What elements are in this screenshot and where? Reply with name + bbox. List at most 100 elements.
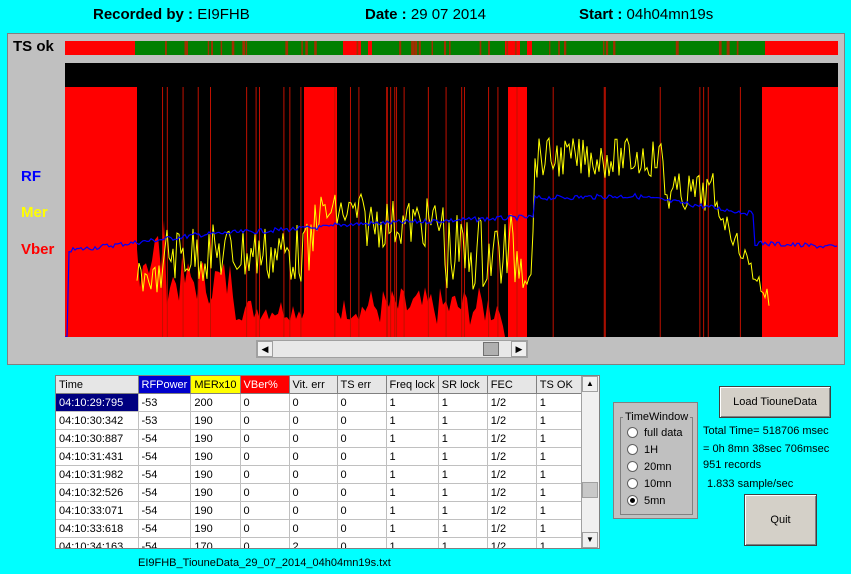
radio-button[interactable] — [627, 426, 638, 438]
table-cell[interactable]: 1/2 — [487, 483, 537, 502]
table-cell[interactable]: 0 — [289, 429, 338, 448]
table-row[interactable]: 04:10:29:795 -53 200 0 0 0 1 1 1/2 1 — [56, 393, 586, 412]
table-cell[interactable]: 04:10:31:982 — [56, 465, 139, 484]
table-cell[interactable]: 1 — [536, 411, 586, 430]
table-cell[interactable]: -53 — [138, 411, 192, 430]
table-cell[interactable]: 1 — [438, 465, 488, 484]
table-cell[interactable]: -54 — [138, 537, 192, 548]
table-cell[interactable]: 0 — [337, 501, 387, 520]
table-cell[interactable]: 1 — [438, 411, 488, 430]
table-cell[interactable]: 190 — [190, 429, 241, 448]
table-row[interactable]: 04:10:34:163 -54 170 0 2 0 1 1 1/2 1 — [56, 537, 586, 548]
table-cell[interactable]: 1 — [536, 537, 586, 548]
table-cell[interactable]: 1 — [386, 447, 439, 466]
table-cell[interactable]: -54 — [138, 501, 192, 520]
col-header-vber[interactable]: VBer% — [240, 376, 290, 394]
table-cell[interactable]: 1 — [386, 537, 439, 548]
col-header-vit-err[interactable]: Vit. err — [289, 376, 338, 394]
col-header-fec[interactable]: FEC — [487, 376, 537, 394]
data-table[interactable]: Time RFPower MERx10 VBer% Vit. err TS er… — [55, 375, 600, 549]
table-cell[interactable]: 0 — [289, 411, 338, 430]
table-cell[interactable]: 1 — [438, 393, 488, 412]
scroll-right-button[interactable]: ▶ — [511, 341, 527, 357]
table-cell[interactable]: 0 — [337, 465, 387, 484]
col-header-ts-err[interactable]: TS err — [337, 376, 387, 394]
table-cell[interactable]: 04:10:33:071 — [56, 501, 139, 520]
table-cell[interactable]: 1/2 — [487, 537, 537, 548]
table-row[interactable]: 04:10:31:982 -54 190 0 0 0 1 1 1/2 1 — [56, 465, 586, 484]
table-cell[interactable]: 04:10:31:431 — [56, 447, 139, 466]
table-cell[interactable]: 190 — [190, 447, 241, 466]
table-cell[interactable]: 1 — [536, 429, 586, 448]
table-cell[interactable]: 04:10:30:342 — [56, 411, 139, 430]
table-cell[interactable]: 0 — [240, 411, 290, 430]
scroll-up-button[interactable]: ▲ — [582, 376, 598, 392]
table-cell[interactable]: 0 — [337, 447, 387, 466]
table-cell[interactable]: 0 — [337, 411, 387, 430]
table-cell[interactable]: 0 — [240, 447, 290, 466]
table-cell[interactable]: 0 — [289, 447, 338, 466]
table-cell[interactable]: 0 — [289, 519, 338, 538]
table-row[interactable]: 04:10:32:526 -54 190 0 0 0 1 1 1/2 1 — [56, 483, 586, 502]
table-cell[interactable]: 0 — [337, 483, 387, 502]
table-cell[interactable]: 1/2 — [487, 393, 537, 412]
table-cell[interactable]: -54 — [138, 447, 192, 466]
table-cell[interactable]: 1 — [438, 429, 488, 448]
load-tiounedata-button[interactable]: Load TiouneData — [719, 386, 831, 418]
col-header-time[interactable]: Time — [56, 376, 139, 394]
table-cell[interactable]: 1 — [536, 393, 586, 412]
table-cell[interactable]: 0 — [337, 393, 387, 412]
table-cell[interactable]: 1/2 — [487, 465, 537, 484]
table-row[interactable]: 04:10:33:618 -54 190 0 0 0 1 1 1/2 1 — [56, 519, 586, 538]
table-cell[interactable]: 1/2 — [487, 411, 537, 430]
table-cell[interactable]: 0 — [289, 465, 338, 484]
table-cell[interactable]: 04:10:29:795 — [56, 393, 139, 412]
table-cell[interactable]: 1 — [386, 483, 439, 502]
table-cell[interactable]: 1 — [438, 483, 488, 502]
table-cell[interactable]: 1 — [386, 429, 439, 448]
table-cell[interactable]: 0 — [240, 519, 290, 538]
table-cell[interactable]: 1 — [438, 501, 488, 520]
table-row[interactable]: 04:10:30:342 -53 190 0 0 0 1 1 1/2 1 — [56, 411, 586, 430]
table-row[interactable]: 04:10:33:071 -54 190 0 0 0 1 1 1/2 1 — [56, 501, 586, 520]
time-window-option[interactable]: full data — [627, 426, 683, 439]
table-cell[interactable]: 0 — [240, 483, 290, 502]
scroll-thumb[interactable] — [483, 342, 499, 356]
table-cell[interactable]: 190 — [190, 519, 241, 538]
table-cell[interactable]: 0 — [337, 519, 387, 538]
table-cell[interactable]: 1 — [536, 519, 586, 538]
table-cell[interactable]: 1 — [438, 537, 488, 548]
scroll-left-button[interactable]: ◀ — [257, 341, 273, 357]
table-cell[interactable]: 170 — [190, 537, 241, 548]
table-cell[interactable]: -54 — [138, 429, 192, 448]
table-cell[interactable]: 04:10:30:887 — [56, 429, 139, 448]
table-cell[interactable]: 1/2 — [487, 501, 537, 520]
radio-button[interactable] — [627, 443, 638, 455]
table-cell[interactable]: 1 — [386, 465, 439, 484]
table-cell[interactable]: 0 — [289, 501, 338, 520]
table-cell[interactable]: 1 — [536, 447, 586, 466]
table-cell[interactable]: 04:10:32:526 — [56, 483, 139, 502]
col-header-sr-lock[interactable]: SR lock — [438, 376, 488, 394]
table-row[interactable]: 04:10:30:887 -54 190 0 0 0 1 1 1/2 1 — [56, 429, 586, 448]
table-cell[interactable]: 1 — [438, 447, 488, 466]
vertical-scrollbar[interactable]: ▲ ▼ — [581, 376, 599, 548]
table-cell[interactable]: 1/2 — [487, 429, 537, 448]
table-cell[interactable]: 190 — [190, 411, 241, 430]
table-cell[interactable]: 0 — [240, 393, 290, 412]
horizontal-scrollbar[interactable]: ◀ ▶ — [256, 340, 528, 358]
table-cell[interactable]: 0 — [289, 393, 338, 412]
time-window-option[interactable]: 10mn — [627, 477, 672, 490]
table-cell[interactable]: 0 — [337, 537, 387, 548]
table-cell[interactable]: 0 — [240, 537, 290, 548]
table-cell[interactable]: 190 — [190, 501, 241, 520]
table-cell[interactable]: 200 — [190, 393, 241, 412]
table-cell[interactable]: 1 — [536, 501, 586, 520]
table-cell[interactable]: 190 — [190, 465, 241, 484]
table-cell[interactable]: 1 — [386, 411, 439, 430]
table-cell[interactable]: 1/2 — [487, 447, 537, 466]
quit-button[interactable]: Quit — [744, 494, 817, 546]
time-window-option[interactable]: 1H — [627, 443, 658, 456]
table-cell[interactable]: 0 — [337, 429, 387, 448]
scroll-down-button[interactable]: ▼ — [582, 532, 598, 548]
